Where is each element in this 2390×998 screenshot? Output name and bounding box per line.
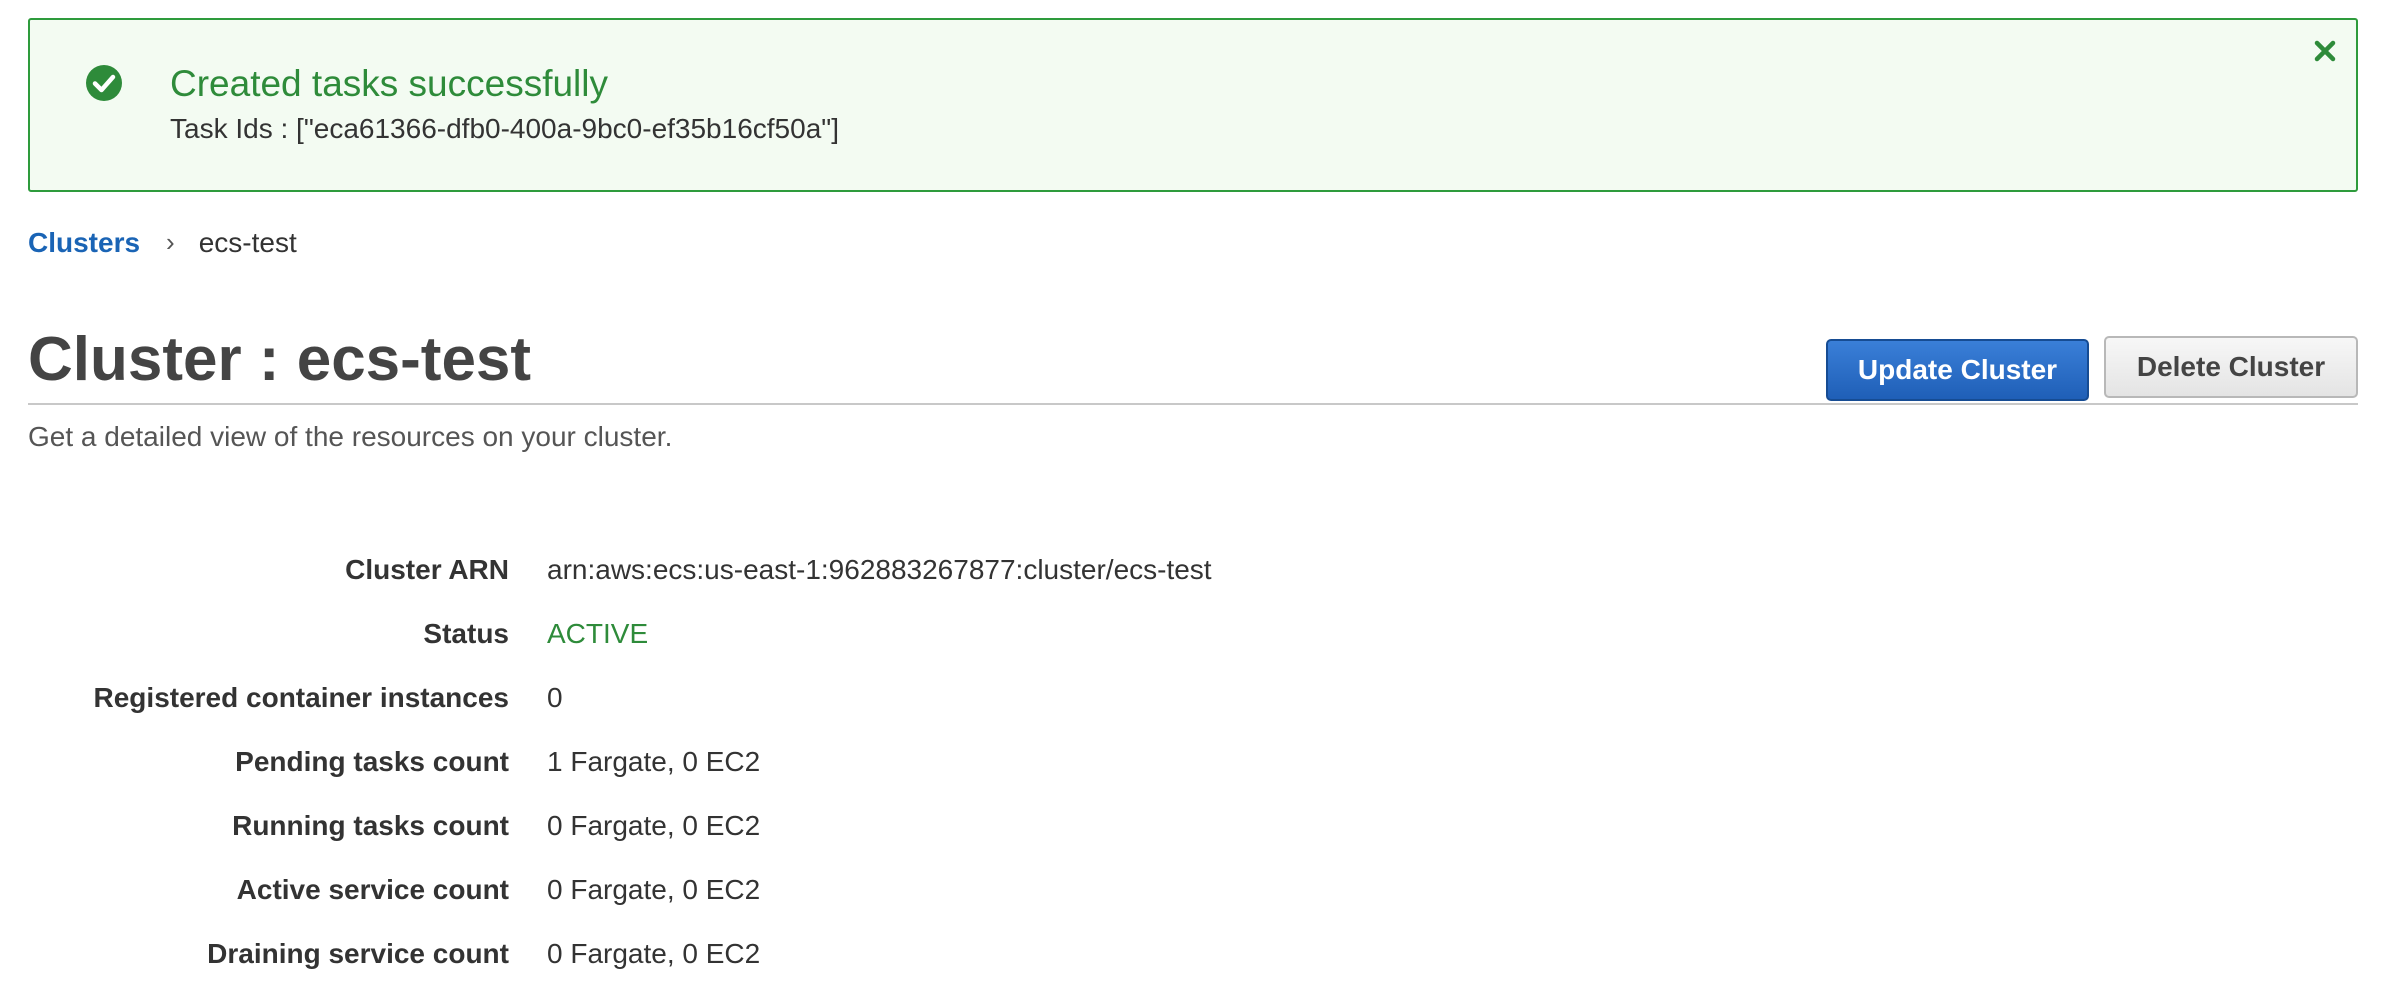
detail-row-pending-tasks: Pending tasks count 1 Fargate, 0 EC2	[0, 742, 2390, 806]
detail-row-status: Status ACTIVE	[0, 614, 2390, 678]
detail-row-registered-instances: Registered container instances 0	[0, 678, 2390, 742]
detail-label: Pending tasks count	[235, 746, 509, 777]
detail-row-cluster-arn: Cluster ARN arn:aws:ecs:us-east-1:962883…	[0, 550, 2390, 614]
draining-services-value: 0 Fargate, 0 EC2	[547, 938, 761, 969]
detail-row-active-services: Active service count 0 Fargate, 0 EC2	[0, 870, 2390, 934]
cluster-detail-page: Created tasks successfully Task Ids : ["…	[0, 0, 2390, 998]
breadcrumb-clusters-link[interactable]: Clusters	[28, 226, 140, 260]
flash-message: Task Ids : ["eca61366-dfb0-400a-9bc0-ef3…	[170, 113, 839, 144]
cluster-arn-value: arn:aws:ecs:us-east-1:962883267877:clust…	[547, 554, 1212, 585]
delete-cluster-button[interactable]: Delete Cluster	[2104, 336, 2358, 398]
page-title: Cluster : ecs-test	[28, 325, 532, 394]
close-icon[interactable]	[2310, 36, 2340, 66]
running-tasks-value: 0 Fargate, 0 EC2	[547, 810, 761, 841]
title-divider	[28, 403, 2358, 405]
chevron-right-icon: ›	[166, 227, 175, 258]
detail-label: Active service count	[236, 874, 509, 905]
success-flash-banner: Created tasks successfully Task Ids : ["…	[28, 18, 2358, 192]
breadcrumb-current: ecs-test	[198, 227, 297, 258]
cluster-details: Cluster ARN arn:aws:ecs:us-east-1:962883…	[0, 550, 2390, 998]
update-cluster-button[interactable]: Update Cluster	[1826, 339, 2089, 401]
detail-label: Status	[423, 618, 509, 649]
detail-label: Registered container instances	[93, 682, 509, 713]
check-circle-icon	[86, 65, 122, 101]
flash-title: Created tasks successfully	[170, 63, 609, 104]
status-value: ACTIVE	[547, 618, 649, 649]
breadcrumb: Clusters › ecs-test	[28, 226, 297, 260]
detail-label: Running tasks count	[232, 810, 509, 841]
pending-tasks-value: 1 Fargate, 0 EC2	[547, 746, 761, 777]
detail-row-draining-services: Draining service count 0 Fargate, 0 EC2	[0, 934, 2390, 998]
active-services-value: 0 Fargate, 0 EC2	[547, 874, 761, 905]
page-subtitle: Get a detailed view of the resources on …	[28, 421, 673, 452]
detail-row-running-tasks: Running tasks count 0 Fargate, 0 EC2	[0, 806, 2390, 870]
detail-label: Draining service count	[207, 938, 509, 969]
registered-instances-value: 0	[547, 682, 563, 713]
detail-label: Cluster ARN	[345, 554, 509, 585]
